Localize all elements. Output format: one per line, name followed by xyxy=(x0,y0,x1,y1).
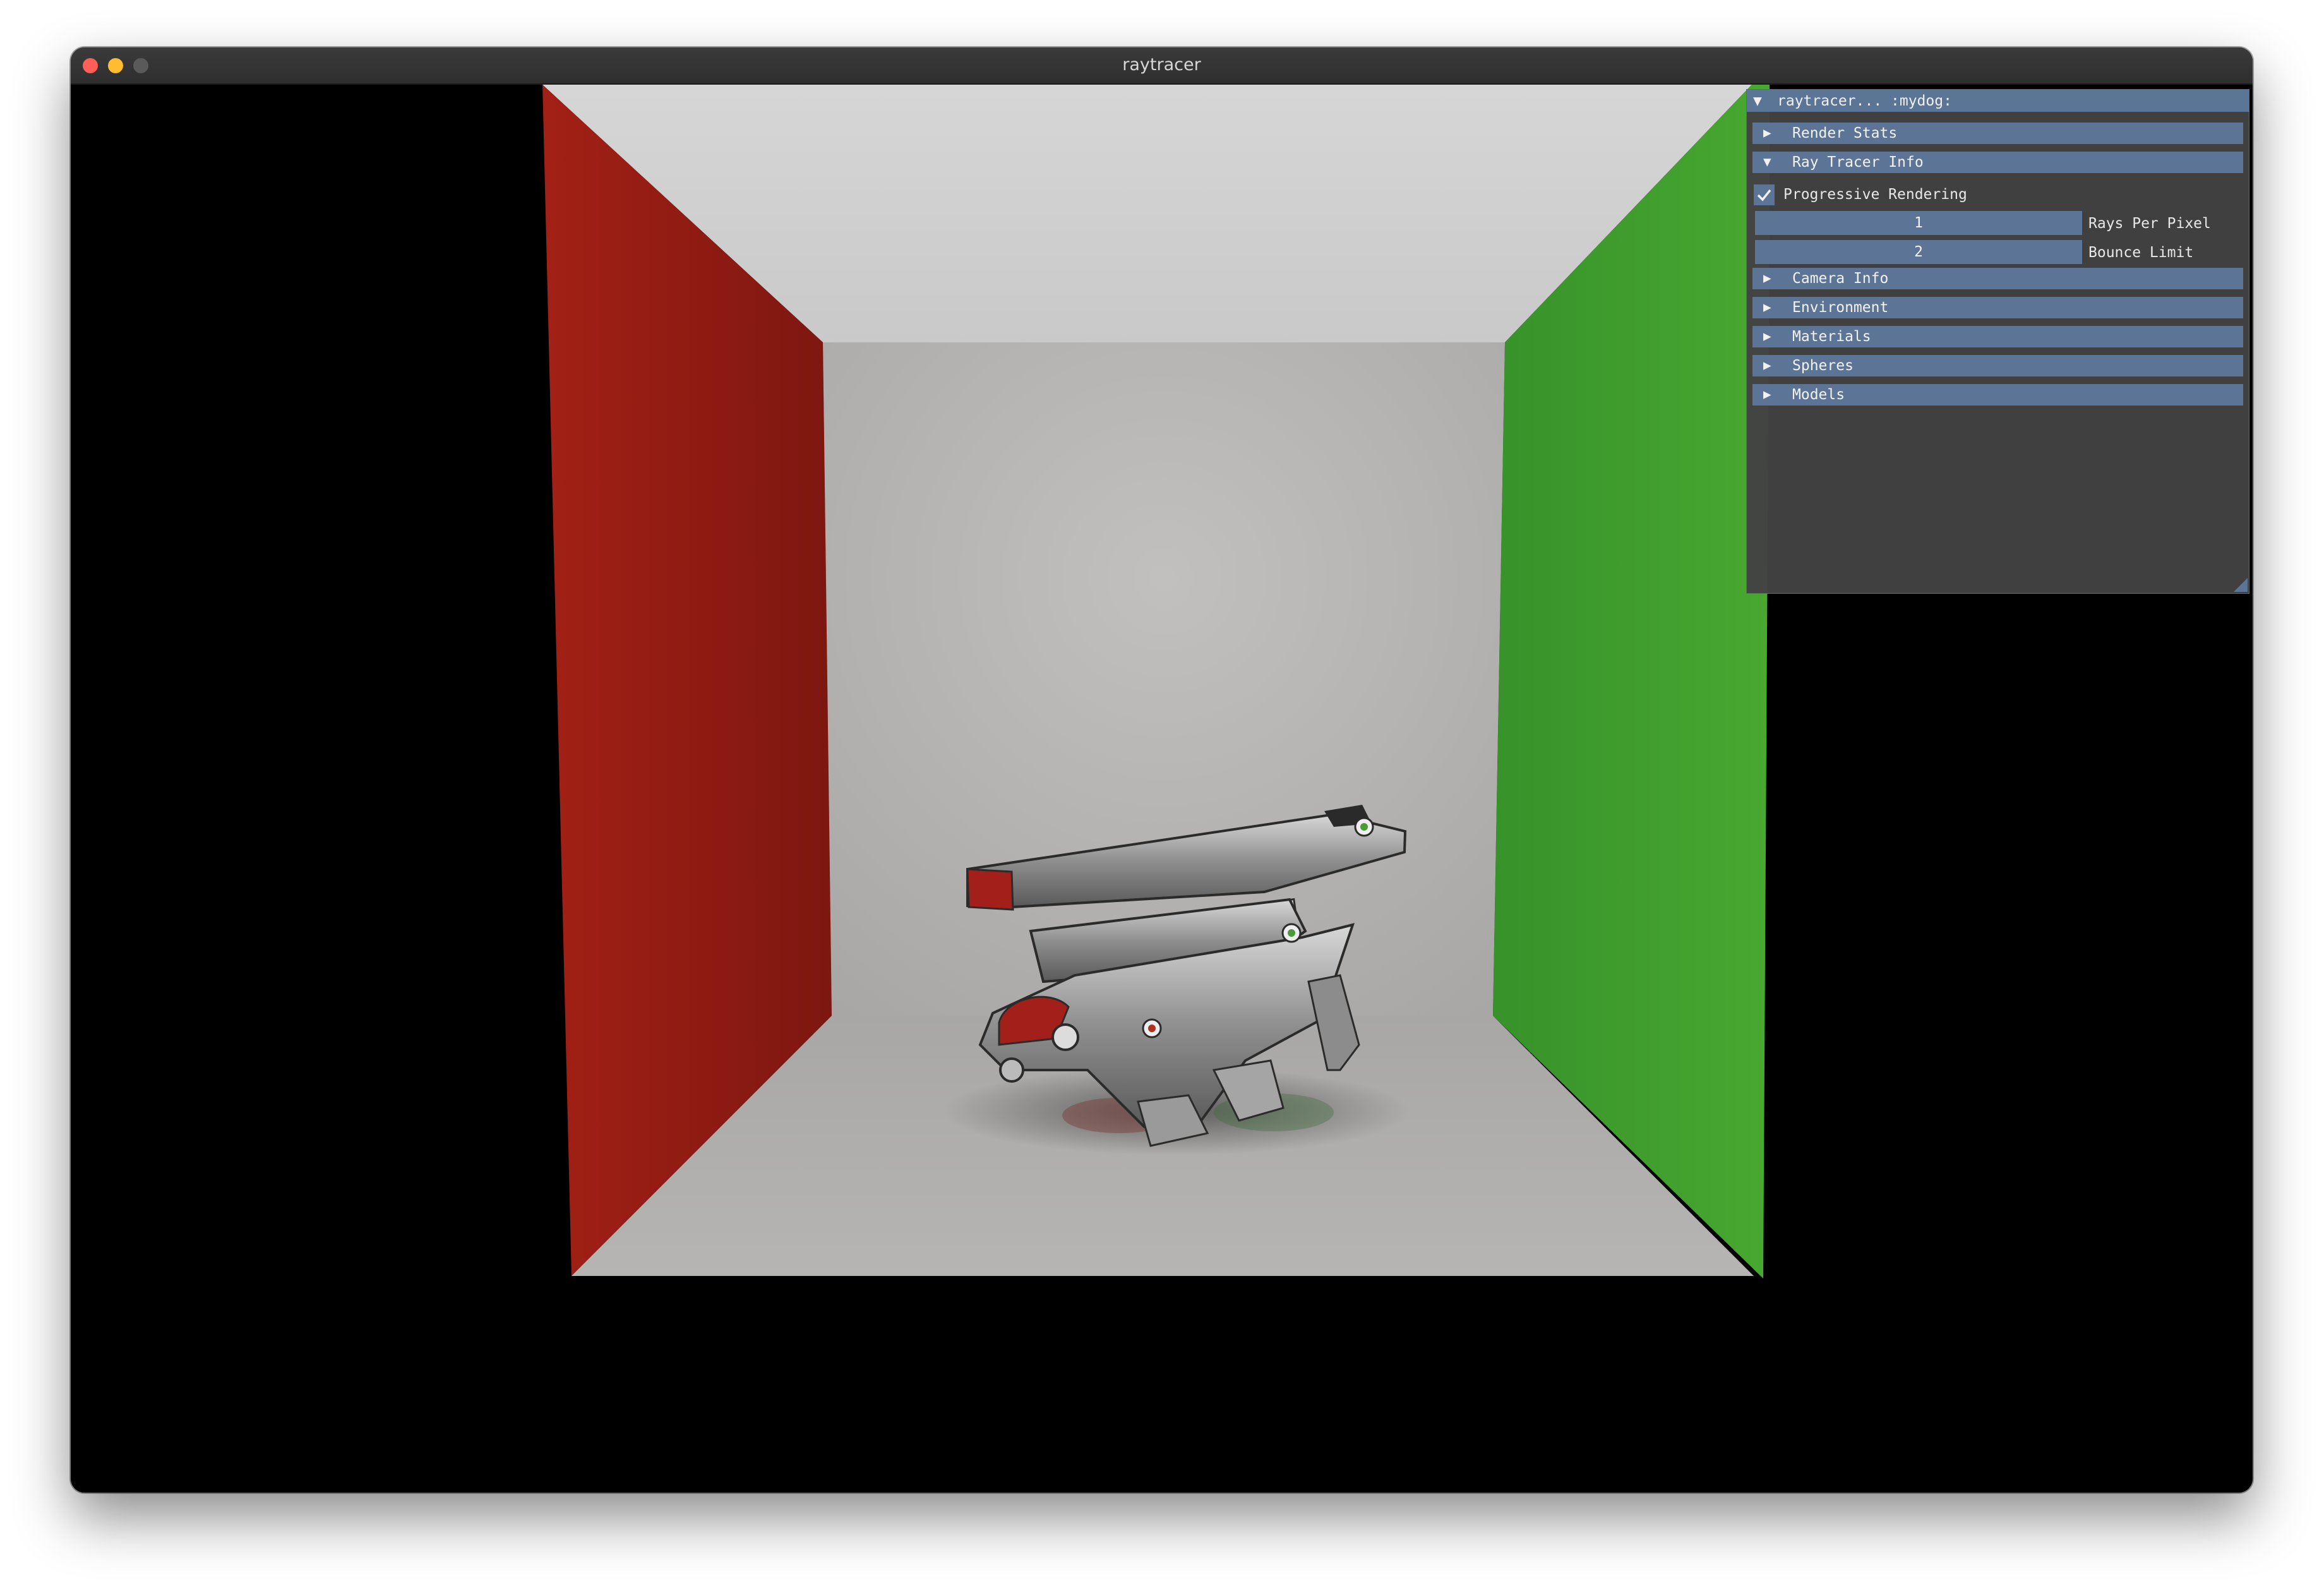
section-label: Environment xyxy=(1792,299,1889,316)
section-header-spheres[interactable]: ▶ Spheres xyxy=(1752,355,2243,376)
section-header-camera-info[interactable]: ▶ Camera Info xyxy=(1752,268,2243,289)
section-label: Render Stats xyxy=(1792,125,1898,141)
checkmark-icon xyxy=(1757,189,1771,202)
section-header-environment[interactable]: ▶ Environment xyxy=(1752,297,2243,318)
expand-arrow-icon: ▶ xyxy=(1763,270,1771,286)
rays-per-pixel-label: Rays Per Pixel xyxy=(2088,215,2211,232)
progressive-rendering-row[interactable]: Progressive Rendering xyxy=(1752,183,2239,208)
section-header-models[interactable]: ▶ Models xyxy=(1752,384,2243,406)
progressive-rendering-checkbox[interactable] xyxy=(1754,184,1775,205)
section-label: Spheres xyxy=(1792,358,1854,374)
expand-arrow-icon: ▶ xyxy=(1763,387,1771,402)
resize-grip-icon[interactable] xyxy=(2234,578,2248,592)
section-header-render-stats[interactable]: ▶ Render Stats xyxy=(1752,123,2243,144)
section-label: Ray Tracer Info xyxy=(1792,154,1924,171)
section-label: Materials xyxy=(1792,328,1871,345)
section-header-materials[interactable]: ▶ Materials xyxy=(1752,326,2243,347)
raytracer-control-panel[interactable]: ▼ raytracer... :mydog: ▶ Render Stats ▼ … xyxy=(1746,89,2249,594)
bounce-limit-slider[interactable]: 2 xyxy=(1755,240,2082,264)
collapse-arrow-icon[interactable]: ▼ xyxy=(1753,93,1762,109)
expand-arrow-icon: ▶ xyxy=(1763,125,1771,140)
window-title: raytracer xyxy=(1122,55,1201,75)
expand-arrow-icon: ▶ xyxy=(1763,358,1771,373)
section-label: Camera Info xyxy=(1792,270,1889,287)
bounce-limit-label: Bounce Limit xyxy=(2088,244,2194,261)
section-header-ray-tracer-info[interactable]: ▼ Ray Tracer Info xyxy=(1752,152,2243,173)
panel-title: raytracer... :mydog: xyxy=(1777,93,1952,109)
section-label: Models xyxy=(1792,387,1845,403)
collapse-arrow-icon: ▼ xyxy=(1763,154,1771,169)
expand-arrow-icon: ▶ xyxy=(1763,328,1771,344)
panel-title-bar[interactable]: ▼ raytracer... :mydog: xyxy=(1747,90,2249,112)
title-bar[interactable]: raytracer xyxy=(71,47,2253,85)
progressive-rendering-label: Progressive Rendering xyxy=(1783,186,1967,203)
expand-arrow-icon: ▶ xyxy=(1763,299,1771,315)
rays-per-pixel-slider[interactable]: 1 xyxy=(1755,211,2082,235)
